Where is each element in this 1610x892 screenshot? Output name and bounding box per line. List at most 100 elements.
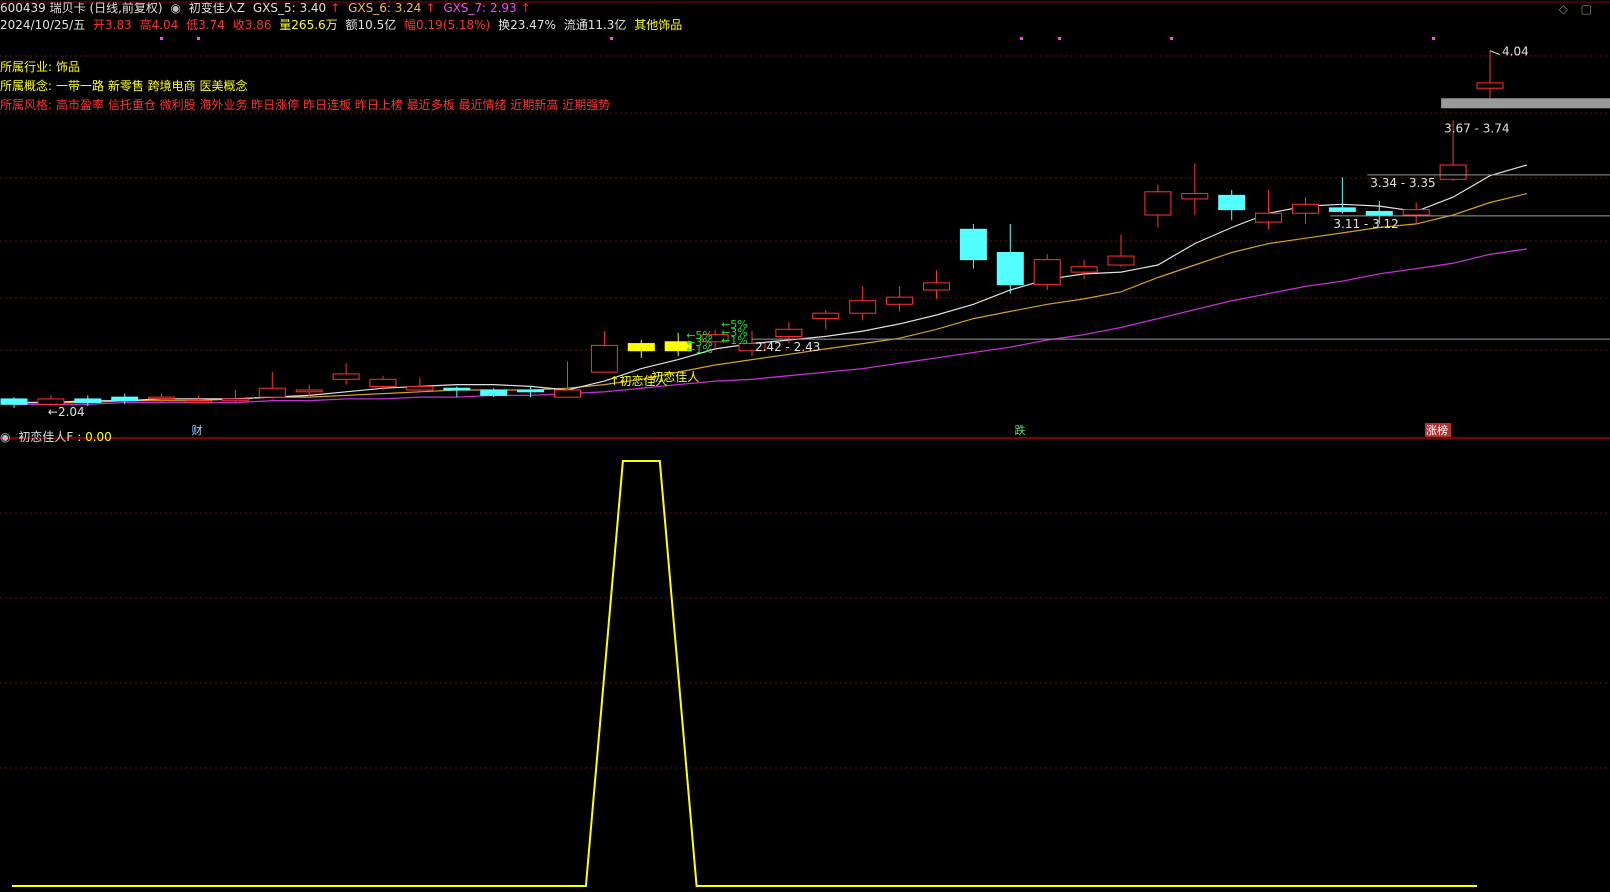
- high-price-pointer: [1489, 50, 1501, 56]
- candle-body: [738, 343, 766, 352]
- candle-body: [664, 341, 692, 352]
- candle-body: [332, 373, 360, 380]
- bottom-mark: 跌: [1015, 423, 1026, 437]
- style-label: 所属风格:: [0, 98, 53, 112]
- indicator-name: 初变佳人Z: [188, 1, 245, 15]
- candle-body: [148, 396, 176, 400]
- candle-body: [959, 228, 987, 261]
- sub-indicator-header: ◉ 初恋佳人F: 0.00: [0, 429, 116, 445]
- candle-body: [1070, 266, 1098, 273]
- candle-body: [74, 398, 102, 403]
- sub-indicator-toggle-icon[interactable]: ◉: [0, 430, 10, 444]
- top-dot-marker: [1020, 37, 1023, 40]
- top-dot-marker: [1170, 37, 1173, 40]
- bottom-mark: 涨榜: [1426, 423, 1448, 437]
- candle-body: [1402, 209, 1430, 216]
- candle-body: [849, 300, 877, 314]
- quote-volume: 量265.6万: [279, 18, 338, 32]
- indicator-toggle-icon[interactable]: ◉: [170, 1, 180, 15]
- gxs5-arrow-icon: ↑: [330, 1, 341, 15]
- candle-body: [1181, 193, 1209, 200]
- gxs7-value: GXS_7: 2.93: [443, 1, 517, 15]
- pct-label: ←5%: [721, 318, 748, 331]
- candle-body: [775, 328, 803, 337]
- candle-body: [517, 389, 545, 393]
- candle-body: [886, 296, 914, 305]
- ma7-line: [14, 248, 1527, 405]
- sub-indicator-value: : 0.00: [77, 430, 112, 444]
- concept-value: 一带一路 新零售 跨境电商 医美概念: [56, 79, 248, 93]
- candle-body: [1476, 82, 1504, 89]
- candle-body: [1033, 259, 1061, 286]
- candle-body: [1255, 212, 1283, 223]
- candle-body: [590, 344, 618, 373]
- bottom-mark-bg: [1425, 423, 1451, 437]
- gxs5-value: GXS_5: 3.40: [252, 1, 327, 15]
- header-line-2: 2024/10/25/五 开3.83 高4.04 低3.74 收3.86 量26…: [0, 17, 686, 33]
- ma5-line: [14, 164, 1528, 404]
- bottom-mark: 财: [192, 423, 203, 437]
- pct-label: ←3%: [721, 326, 748, 339]
- style-value: 高市盈率 信托重仓 微利股 海外业务 昨日涨停 昨日连板 昨日上榜 最近多板 最…: [56, 98, 611, 112]
- candle-body: [443, 387, 471, 391]
- candle-body: [812, 312, 840, 320]
- header-line-1: 600439 瑞贝卡 (日线,前复权) ◉ 初变佳人Z GXS_5: 3.40 ↑…: [0, 0, 535, 16]
- gxs6-arrow-icon: ↑: [425, 1, 436, 15]
- quote-date: 2024/10/25/五: [0, 18, 86, 32]
- candle-body: [1144, 191, 1172, 216]
- candle-body: [1439, 164, 1467, 180]
- price-band-label: 2.42 - 2.43: [755, 340, 820, 354]
- close-icon[interactable]: ▢: [1581, 2, 1592, 16]
- candle-body: [996, 252, 1024, 286]
- candle-body: [1365, 210, 1393, 216]
- signal-label: ↑初恋佳人: [609, 373, 667, 388]
- quote-high: 高4.04: [139, 18, 179, 32]
- sector-tag[interactable]: 其他饰品: [634, 18, 682, 32]
- industry-line: 所属行业: 饰品: [0, 59, 84, 75]
- top-dot-marker: [197, 37, 200, 40]
- price-band-label: 3.34 - 3.35: [1370, 176, 1435, 190]
- candle-body: [406, 385, 434, 391]
- low-price-label: ←2.04: [48, 405, 85, 419]
- top-dot-marker: [1432, 37, 1435, 40]
- candle-body: [1218, 194, 1246, 211]
- concept-line: 所属概念: 一带一路 新零售 跨境电商 医美概念: [0, 78, 252, 94]
- quote-open: 开3.83: [93, 18, 132, 32]
- candle-body: [185, 400, 212, 403]
- top-dot-marker: [160, 37, 163, 40]
- candle-body: [701, 334, 729, 343]
- top-dot-marker: [1058, 37, 1061, 40]
- quote-close: 收3.86: [232, 18, 272, 32]
- concept-label: 所属概念:: [0, 79, 53, 93]
- gxs7-arrow-icon: ↑: [520, 1, 531, 15]
- price-band: [1441, 98, 1610, 109]
- candle-body: [111, 396, 139, 402]
- price-band-label: 3.11 - 3.12: [1333, 217, 1398, 231]
- price-band-label: 3.67 - 3.74: [1444, 122, 1509, 136]
- candle-body: [480, 389, 508, 396]
- quote-amount: 额10.5亿: [345, 18, 397, 32]
- candle-body: [627, 343, 655, 352]
- candle-body: [369, 378, 397, 387]
- quote-turnover: 换23.47%: [498, 18, 556, 32]
- industry-value: 饰品: [56, 60, 81, 74]
- sub-indicator-line: [12, 460, 1478, 887]
- expand-diamond-icon[interactable]: ◇: [1559, 2, 1568, 16]
- candle-body: [923, 282, 950, 291]
- stock-code-name: 600439 瑞贝卡 (日线,前复权): [0, 1, 163, 15]
- pct-label: ←1%: [721, 334, 748, 347]
- kline-chart[interactable]: 3.67 - 3.74 3.34 - 3.35 3.11 - 3.12 2.42 - …: [0, 0, 1610, 892]
- candle-body: [1107, 255, 1135, 266]
- pct-label: ←1%: [686, 343, 713, 356]
- sub-indicator-title: 初恋佳人F: [18, 430, 74, 444]
- candle-body: [0, 398, 28, 405]
- candle-body: [1328, 207, 1356, 212]
- high-price-label: 4.04: [1502, 45, 1529, 59]
- quote-amplitude: 幅0.19(5.18%): [404, 18, 491, 32]
- quote-float-cap: 流通11.3亿: [563, 18, 627, 32]
- candle-body: [295, 389, 323, 393]
- gxs6-value: GXS_6: 3.24: [348, 1, 422, 15]
- candle-body: [1292, 203, 1319, 214]
- pct-label: ←3%: [686, 336, 713, 349]
- signal-label: 初恋佳人: [651, 369, 699, 384]
